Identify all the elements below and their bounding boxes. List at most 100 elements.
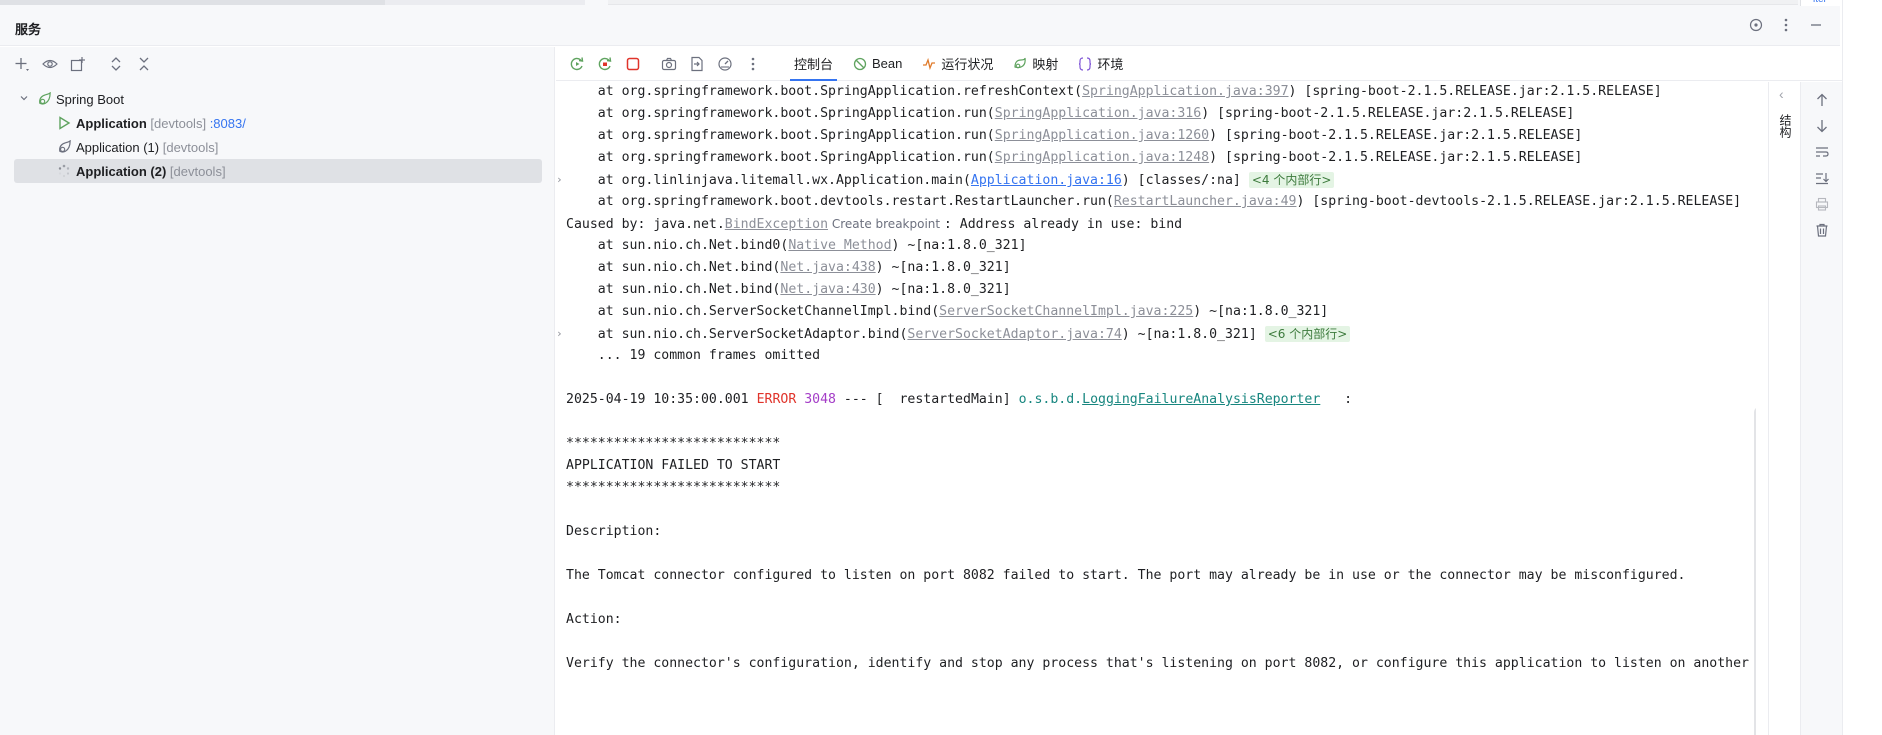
tab-health[interactable]: 运行状况	[912, 47, 1003, 81]
class-link[interactable]: LoggingFailureAnalysisReporter	[1082, 392, 1320, 407]
log-line: Description:	[566, 524, 662, 539]
source-link[interactable]: SpringApplication.java:397	[1082, 84, 1288, 99]
app-port-link[interactable]: :8083/	[210, 116, 246, 131]
tab-label: Bean	[872, 56, 903, 71]
log-line: ... 19 common frames omitted	[566, 348, 821, 363]
tab-console[interactable]: 控制台	[784, 47, 843, 81]
arrow-up-icon[interactable]	[1814, 92, 1830, 108]
source-link[interactable]: RestartLauncher.java:49	[1114, 194, 1297, 209]
app-name: Application (2)	[76, 163, 167, 179]
rerun-icon[interactable]	[566, 53, 588, 75]
structure-tab[interactable]: 结构	[1777, 114, 1794, 138]
log-line: at org.springframework.boot.SpringApplic…	[566, 128, 1583, 143]
app-name: Application	[76, 115, 147, 131]
exception-link[interactable]: BindException	[725, 217, 828, 232]
new-tab-icon[interactable]	[68, 54, 88, 74]
log-line: at sun.nio.ch.Net.bind(Net.java:430) ~[n…	[566, 282, 1011, 297]
source-link[interactable]: SpringApplication.java:316	[995, 106, 1201, 121]
log-line: Verify the connector's configuration, id…	[566, 656, 1749, 671]
chevron-down-icon[interactable]	[18, 93, 30, 106]
tree-node-application-2[interactable]: Application (2) [devtools]	[14, 159, 542, 183]
tree-toolbar	[0, 47, 554, 81]
expand-all-icon[interactable]	[106, 54, 126, 74]
tree-node-application[interactable]: Application [devtools] :8083/	[0, 111, 554, 135]
print-icon[interactable]	[1814, 196, 1830, 212]
folded-lines-badge[interactable]: <6 个内部行>	[1264, 326, 1351, 342]
log-line: The Tomcat connector configured to liste…	[566, 568, 1686, 583]
source-link[interactable]: Native Method	[788, 238, 891, 253]
log-line: at org.springframework.boot.devtools.res…	[566, 194, 1742, 209]
editor-tab[interactable]	[385, 0, 585, 5]
chevron-left-icon[interactable]: ‹	[1779, 86, 1784, 102]
run-icon	[56, 115, 72, 131]
source-link[interactable]: ServerSocketChannelImpl.java:225	[939, 304, 1193, 319]
panel-header-actions	[1748, 17, 1824, 33]
add-icon[interactable]	[12, 54, 32, 74]
console-panel: 控制台 Bean 运行状况 映射 环境 at org.springframewo…	[556, 47, 1842, 735]
crosshair-icon[interactable]	[1748, 17, 1764, 33]
arrow-down-icon[interactable]	[1814, 118, 1830, 134]
log-line: ***************************	[566, 480, 781, 495]
health-icon	[922, 57, 936, 71]
camera-icon[interactable]	[658, 53, 680, 75]
source-link[interactable]: Net.java:430	[780, 282, 875, 297]
log-line: Caused by: java.net.BindException Create…	[566, 217, 1183, 232]
log-line: at org.linlinjava.litemall.wx.Applicatio…	[566, 170, 1335, 190]
app-suffix: [devtools]	[150, 115, 207, 131]
services-panel-header: 服务	[0, 6, 1840, 46]
minimize-icon[interactable]	[1808, 17, 1824, 33]
tree-node-label: Spring Boot	[56, 91, 124, 107]
profiler-icon[interactable]	[714, 53, 736, 75]
more-options-icon[interactable]	[1778, 17, 1794, 33]
soft-wrap-icon[interactable]	[1814, 144, 1830, 160]
collapse-all-icon[interactable]	[134, 54, 154, 74]
app-name: Application (1)	[76, 139, 160, 155]
chevron-right-icon[interactable]: ›	[556, 170, 566, 190]
mapping-icon	[1013, 57, 1027, 71]
app-suffix: [devtools]	[169, 163, 226, 179]
bean-icon	[853, 57, 867, 71]
source-link[interactable]: Net.java:438	[780, 260, 875, 275]
stop-icon[interactable]	[622, 53, 644, 75]
log-line: ***************************	[566, 436, 781, 451]
console-tabs: 控制台 Bean 运行状况 映射 环境	[784, 47, 1133, 81]
source-link[interactable]: SpringApplication.java:1248	[995, 150, 1209, 165]
folded-lines-badge[interactable]: <4 个内部行>	[1248, 172, 1335, 188]
env-icon	[1078, 56, 1092, 71]
structure-side-strip: ‹ 结构	[1768, 82, 1798, 735]
console-side-toolbar	[1800, 82, 1842, 735]
log-line: APPLICATION FAILED TO START	[566, 458, 781, 473]
console-toolbar: 控制台 Bean 运行状况 映射 环境	[556, 47, 1842, 81]
services-tree: Spring Boot Application [devtools] :8083…	[0, 87, 554, 183]
restart-icon[interactable]	[594, 53, 616, 75]
trash-icon[interactable]	[1814, 222, 1830, 238]
source-link[interactable]: Application.java:16	[971, 173, 1122, 188]
editor-tab-label: iter	[1813, 0, 1827, 5]
app-suffix: [devtools]	[162, 139, 219, 155]
source-link[interactable]: SpringApplication.java:1260	[995, 128, 1209, 143]
tab-label: 环境	[1097, 57, 1124, 72]
tree-node-application-1[interactable]: Application (1) [devtools]	[0, 135, 554, 159]
more-options-icon[interactable]	[742, 53, 764, 75]
tab-environment[interactable]: 环境	[1068, 47, 1133, 81]
editor-tab[interactable]	[0, 0, 385, 5]
create-breakpoint-link[interactable]: Create breakpoint	[828, 217, 944, 231]
log-line: at org.springframework.boot.SpringApplic…	[566, 84, 1662, 99]
loading-spinner-icon	[56, 163, 72, 179]
panel-title: 服务	[15, 22, 42, 37]
eye-icon[interactable]	[40, 54, 60, 74]
scroll-to-end-icon[interactable]	[1814, 170, 1830, 186]
tab-label: 控制台	[794, 57, 834, 72]
tab-mappings[interactable]: 映射	[1003, 47, 1068, 81]
console-output[interactable]: at org.springframework.boot.SpringApplic…	[556, 82, 1756, 735]
export-icon[interactable]	[686, 53, 708, 75]
editor-tab-bar	[608, 0, 1798, 5]
tree-node-spring-boot[interactable]: Spring Boot	[0, 87, 554, 111]
source-link[interactable]: ServerSocketAdaptor.java:74	[907, 327, 1121, 342]
tab-bean[interactable]: Bean	[843, 47, 912, 81]
chevron-right-icon[interactable]: ›	[556, 324, 566, 344]
spring-boot-icon	[56, 139, 72, 155]
vertical-scrollbar[interactable]	[1754, 407, 1756, 735]
spring-boot-icon	[36, 91, 52, 107]
log-line: at sun.nio.ch.ServerSocketChannelImpl.bi…	[566, 304, 1329, 319]
